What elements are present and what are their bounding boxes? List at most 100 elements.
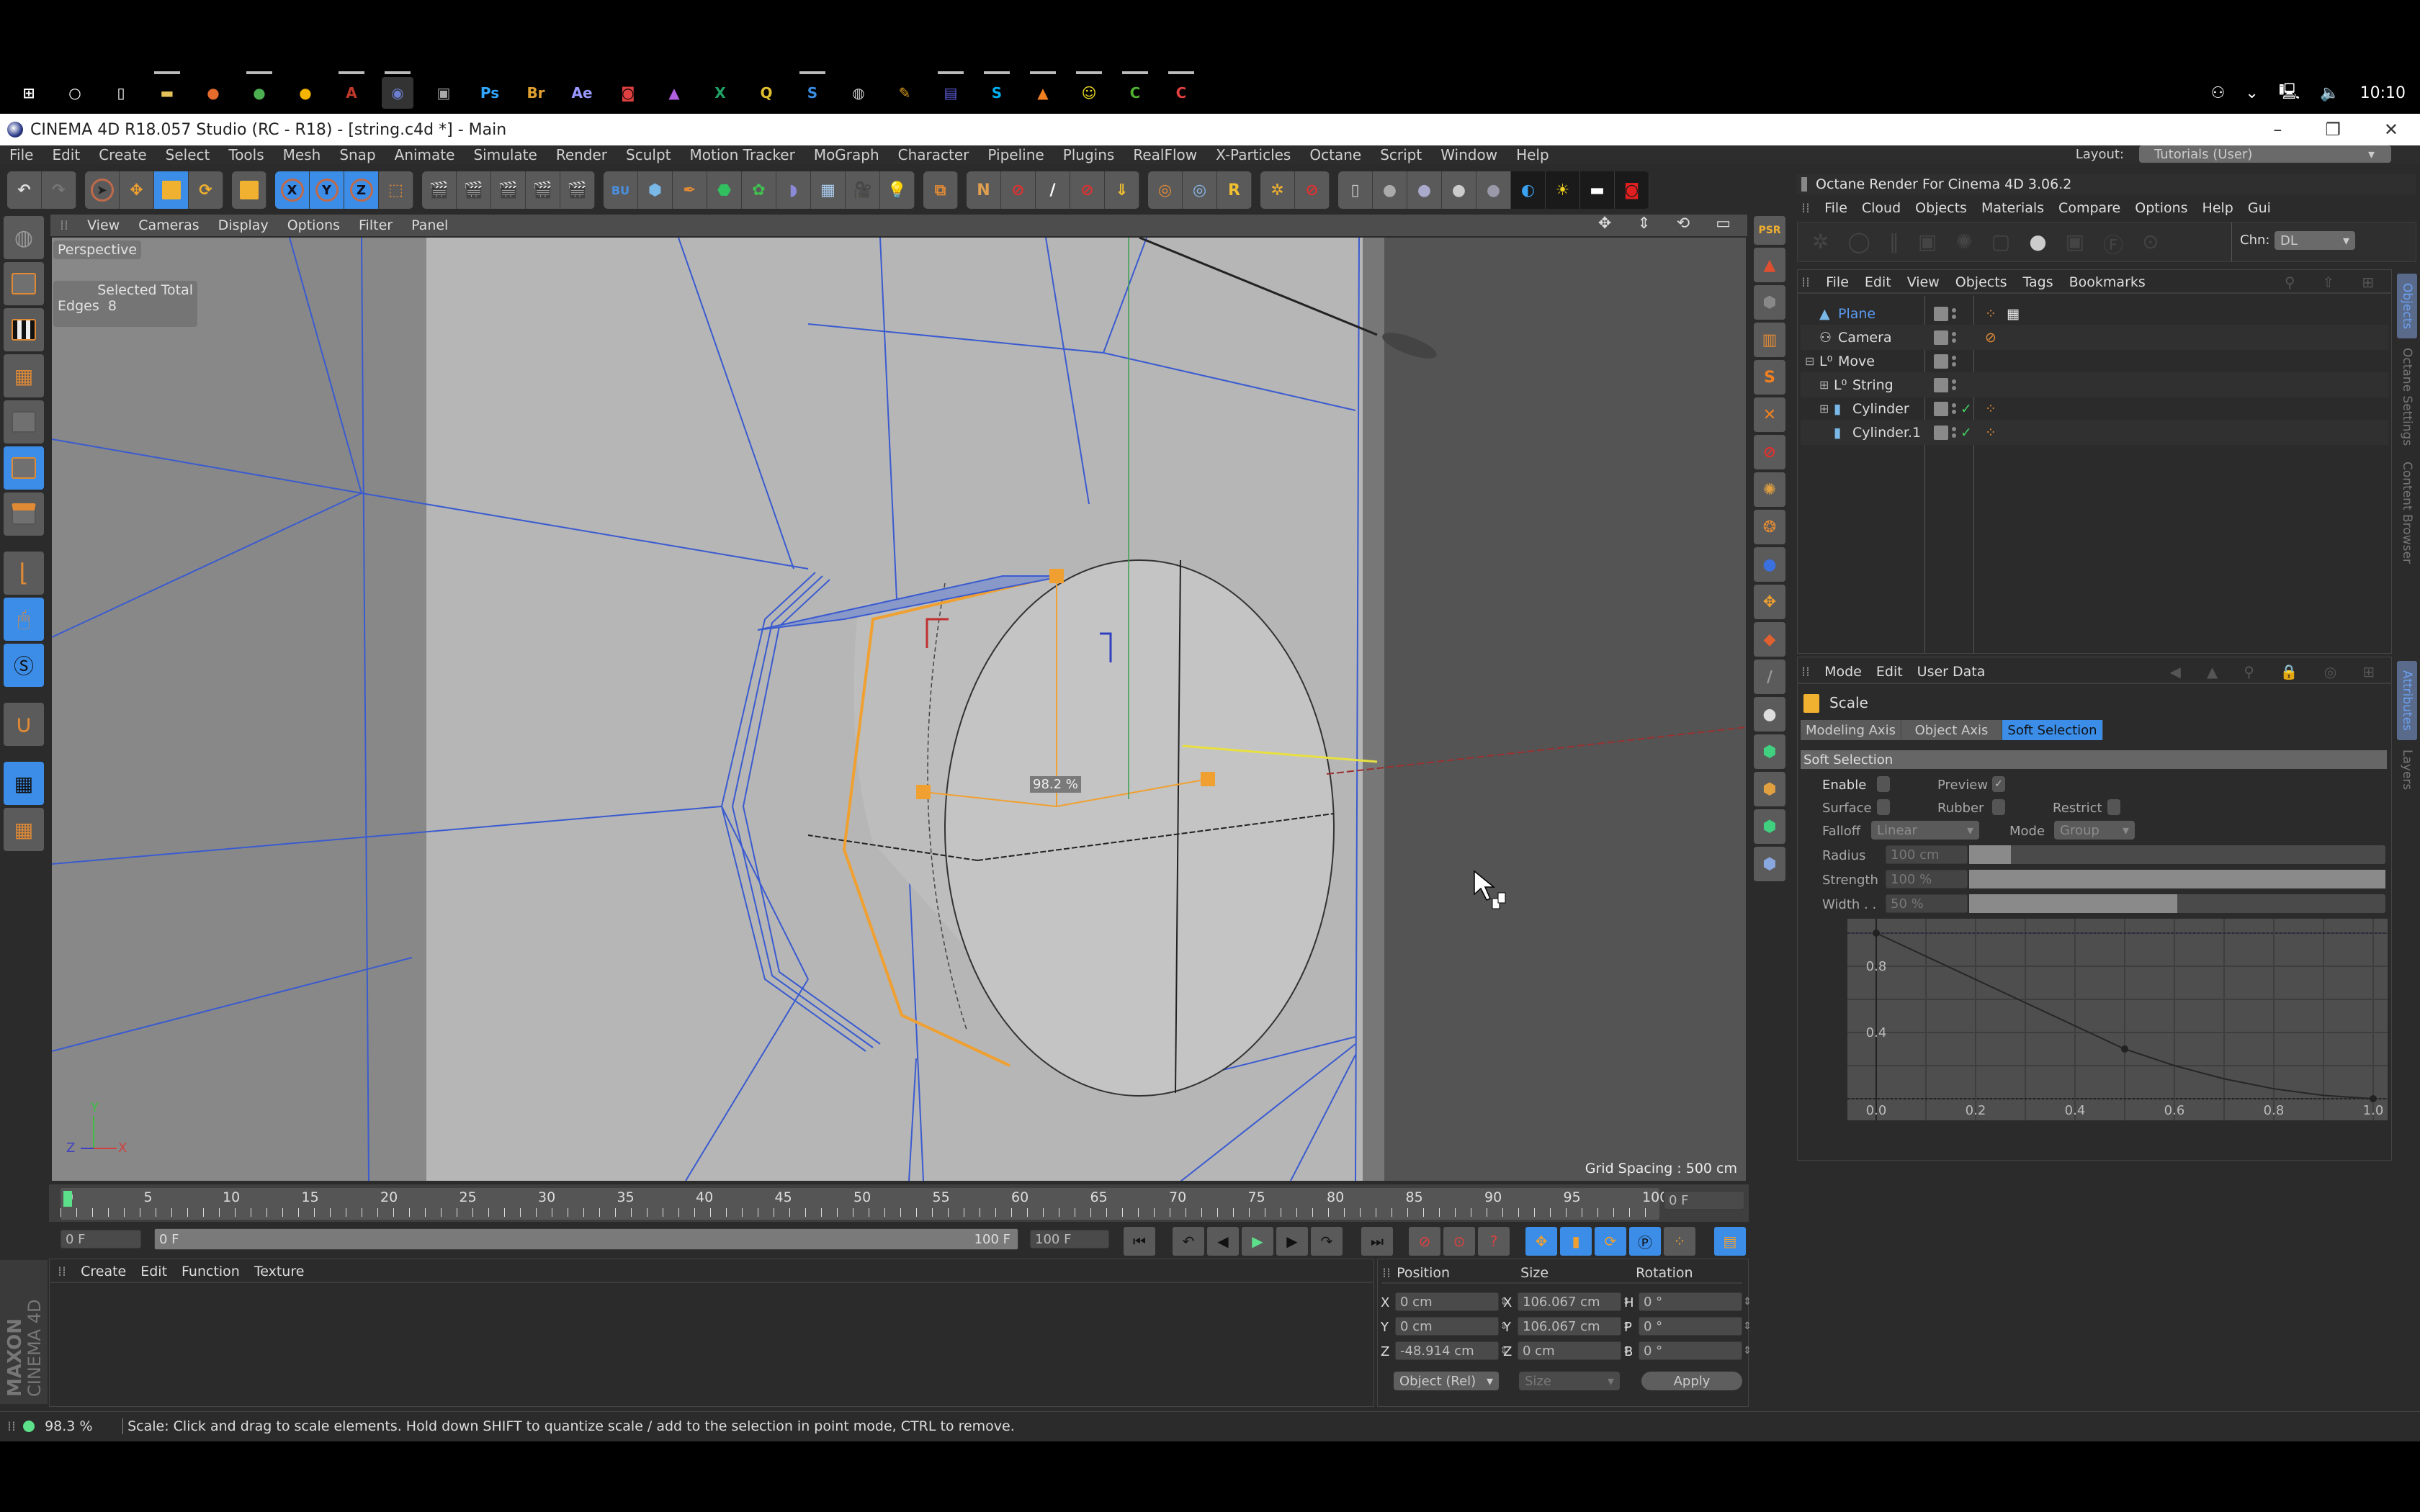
- menu-render[interactable]: Render: [556, 146, 607, 163]
- layer-visibility-icon[interactable]: [1934, 354, 1948, 369]
- forward-arrow-icon[interactable]: ▲: [2207, 663, 2218, 680]
- menu-realflow[interactable]: RealFlow: [1133, 146, 1197, 163]
- position-z-field[interactable]: -48.914 cm ⇕: [1395, 1341, 1508, 1360]
- checker-tag-icon[interactable]: ▦: [2007, 306, 2020, 322]
- taskbar-after-effects-icon[interactable]: Ae: [566, 77, 598, 109]
- octane-sphere-4-button[interactable]: ●: [1476, 171, 1511, 209]
- radius-field[interactable]: 100 cm: [1886, 845, 1968, 864]
- redo-button[interactable]: ↷: [42, 171, 76, 209]
- strength-slider[interactable]: [1969, 870, 2385, 888]
- network-icon[interactable]: 🖳: [2279, 79, 2300, 107]
- triangle-tool-button[interactable]: ▲: [1754, 248, 1785, 282]
- layer-visibility-icon[interactable]: [1934, 377, 1948, 392]
- octane-sphere-2-button[interactable]: ●: [1407, 171, 1442, 209]
- material-menu-create[interactable]: Create: [81, 1264, 126, 1279]
- camera-button[interactable]: 🎥: [846, 171, 880, 209]
- object-menu-view[interactable]: View: [1907, 274, 1940, 290]
- size-x-field[interactable]: 106.067 cm ⇕: [1518, 1292, 1631, 1311]
- enabled-check-icon[interactable]: ✓: [1960, 401, 1972, 417]
- next-frame-button[interactable]: ▶: [1276, 1227, 1308, 1256]
- taskbar-camtasia-green-icon[interactable]: C: [1119, 71, 1151, 109]
- object-menu-tags[interactable]: Tags: [2023, 274, 2053, 290]
- octane-sphere-3-button[interactable]: ●: [1442, 171, 1476, 209]
- editor-render-visibility-dots[interactable]: [1952, 308, 1956, 319]
- editor-render-visibility-dots[interactable]: [1952, 427, 1956, 438]
- x-axis-toggle[interactable]: X: [275, 171, 310, 209]
- octane-menu-materials[interactable]: Materials: [1981, 200, 2044, 216]
- camera-label[interactable]: Perspective: [53, 240, 142, 259]
- menu-script[interactable]: Script: [1380, 146, 1422, 163]
- workplane-mode-button[interactable]: ▦: [4, 354, 44, 397]
- collapse-icon[interactable]: ⊟: [1805, 354, 1814, 368]
- menu-create[interactable]: Create: [99, 146, 146, 163]
- taskbar-windows-start-icon[interactable]: ⊞: [13, 77, 45, 109]
- octane-start-icon[interactable]: ✲: [1812, 230, 1829, 258]
- go-to-start-button[interactable]: ⏮: [1124, 1227, 1155, 1256]
- axis-mode-button[interactable]: ⌊: [4, 552, 44, 595]
- object-name[interactable]: String: [1852, 377, 1894, 393]
- clay-button[interactable]: ◆: [1754, 622, 1785, 657]
- expand-icon[interactable]: ⊞: [1819, 378, 1829, 392]
- live-selection-button[interactable]: ➤: [85, 171, 120, 209]
- paint-button[interactable]: ●: [1754, 697, 1785, 732]
- workplane-align-button[interactable]: ▦: [4, 808, 44, 851]
- menu-motion-tracker[interactable]: Motion Tracker: [690, 146, 795, 163]
- tab-content-browser[interactable]: Content Browser: [2397, 455, 2417, 570]
- tab-modeling-axis[interactable]: Modeling Axis: [1801, 720, 1901, 740]
- curve-control-point[interactable]: [2370, 1095, 2377, 1102]
- octane-live-button[interactable]: ✲: [1260, 171, 1295, 209]
- layer-visibility-icon[interactable]: [1934, 401, 1948, 416]
- tab-octane-settings[interactable]: Octane Settings: [2397, 343, 2417, 451]
- editor-render-visibility-dots[interactable]: [1952, 332, 1956, 343]
- material-menu-texture[interactable]: Texture: [254, 1264, 305, 1279]
- curve-control-point[interactable]: [1873, 930, 1880, 937]
- octane-tag-icon[interactable]: ⁘: [1985, 401, 1996, 417]
- move-button[interactable]: ✥: [120, 171, 154, 209]
- taskbar-task-view-icon[interactable]: ▯: [105, 77, 137, 109]
- edit-render-settings-button[interactable]: 🎬: [526, 171, 560, 209]
- width-field[interactable]: 50 %: [1886, 894, 1968, 913]
- up-arrow-icon[interactable]: ⇧: [2322, 274, 2334, 291]
- pen-button[interactable]: ✒: [673, 171, 707, 209]
- object-menu-edit[interactable]: Edit: [1865, 274, 1891, 290]
- knife-button[interactable]: ∕: [1754, 660, 1785, 694]
- menu-file[interactable]: File: [9, 146, 33, 163]
- render-settings-button[interactable]: 🎬: [560, 171, 595, 209]
- current-frame-field[interactable]: 0 F: [1664, 1191, 1744, 1210]
- new-panel-icon[interactable]: ⊞: [2362, 274, 2374, 291]
- taskbar-media-app-icon[interactable]: ◙: [612, 77, 644, 109]
- falloff-curve-editor[interactable]: 0.0 0.2 0.4 0.6 0.8 1.0 0.4 0.8: [1847, 919, 2388, 1120]
- octane-area-light-button[interactable]: ▬: [1580, 171, 1615, 209]
- coordinate-mode-dropdown[interactable]: Object (Rel) ▾: [1394, 1372, 1499, 1390]
- menu-octane[interactable]: Octane: [1309, 146, 1361, 163]
- octane-lock-icon[interactable]: ▢: [1991, 230, 2010, 258]
- taskbar-photoshop-icon[interactable]: Ps: [474, 77, 506, 109]
- menu-sculpt[interactable]: Sculpt: [626, 146, 671, 163]
- render-view-button[interactable]: 🎬: [457, 171, 491, 209]
- octane-menu-help[interactable]: Help: [2202, 200, 2233, 216]
- taskbar-firefox-icon[interactable]: ●: [197, 77, 229, 109]
- go-to-end-button[interactable]: ⏭: [1361, 1227, 1393, 1256]
- disable-plugin-button[interactable]: ⊘: [1754, 435, 1785, 469]
- scale-button[interactable]: [154, 171, 189, 209]
- taskbar-skype-icon[interactable]: S: [981, 71, 1013, 109]
- key-rotation-button[interactable]: ⟳: [1595, 1227, 1626, 1256]
- polygons-mode-button[interactable]: [4, 492, 44, 536]
- close-button[interactable]: ✕: [2384, 120, 2398, 140]
- viewport-menu-cameras[interactable]: Cameras: [138, 217, 199, 233]
- emitter-button[interactable]: ❂: [1754, 510, 1785, 544]
- layer-visibility-icon[interactable]: [1934, 306, 1948, 321]
- object-menu-bookmarks[interactable]: Bookmarks: [2069, 274, 2146, 290]
- search-icon[interactable]: ⚲: [2244, 663, 2254, 680]
- editor-render-visibility-dots[interactable]: [1952, 403, 1956, 414]
- menu-edit[interactable]: Edit: [52, 146, 80, 163]
- key-scale-button[interactable]: ▮: [1560, 1227, 1592, 1256]
- object-name[interactable]: Plane: [1838, 306, 1876, 322]
- layer-visibility-icon[interactable]: [1934, 425, 1948, 440]
- spinner-icon[interactable]: ⇕: [1743, 1345, 1752, 1356]
- next-key-button[interactable]: ↷: [1311, 1227, 1343, 1256]
- expand-icon[interactable]: ⊞: [1819, 402, 1829, 415]
- octane-settings-icon[interactable]: ✺: [1955, 230, 1972, 258]
- editor-render-visibility-dots[interactable]: [1952, 379, 1956, 390]
- taskbar-app-monitor-icon[interactable]: ▣: [428, 77, 460, 109]
